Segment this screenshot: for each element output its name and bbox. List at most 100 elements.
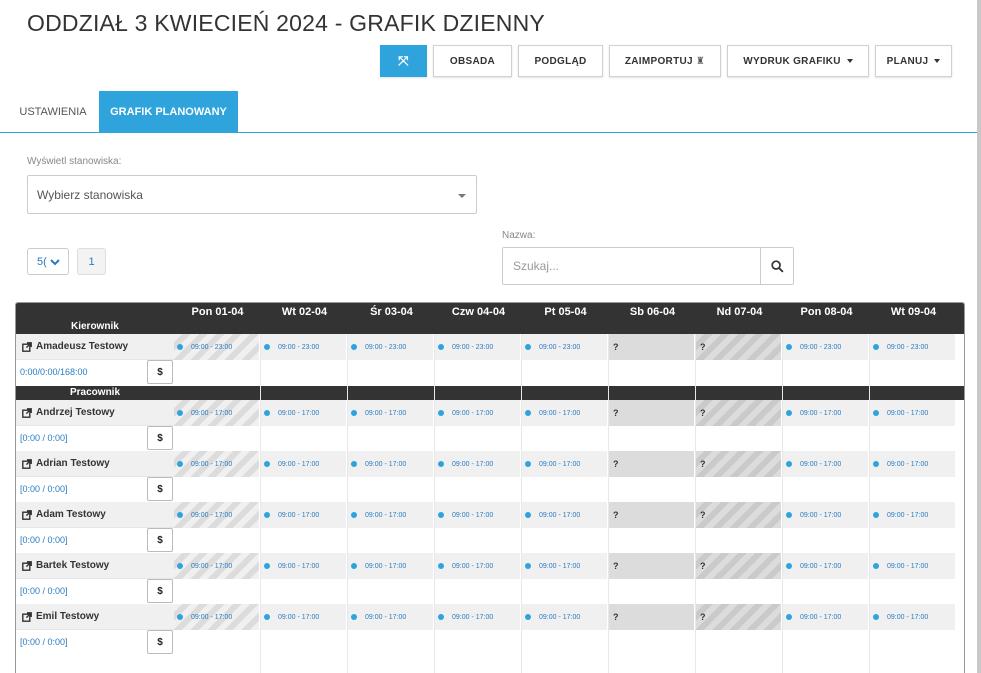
shift-cell[interactable]: 09:00 - 17:00	[261, 451, 347, 477]
shift-status-dot	[438, 410, 444, 416]
shift-status-dot	[525, 563, 531, 569]
shift-cell[interactable]: 09:00 - 23:00	[522, 334, 608, 360]
shift-cell[interactable]: 09:00 - 17:00	[870, 400, 956, 426]
empty-day-cell[interactable]: ?	[696, 553, 782, 579]
external-link-icon[interactable]	[22, 341, 32, 352]
cost-button[interactable]: $	[147, 528, 173, 552]
shift-cell[interactable]: 09:00 - 17:00	[174, 553, 260, 579]
shift-cell[interactable]: 09:00 - 17:00	[435, 451, 521, 477]
employee-hours-link[interactable]: 0:00/0:00/168:00	[20, 367, 88, 377]
shift-status-dot	[177, 344, 183, 350]
empty-day-cell[interactable]: ?	[696, 451, 782, 477]
page-1-button[interactable]: 1	[77, 248, 106, 275]
page-title: ODDZIAŁ 3 KWIECIEŃ 2024 - GRAFIK DZIENNY	[27, 10, 545, 36]
shift-cell[interactable]: 09:00 - 17:00	[870, 553, 956, 579]
shift-cell[interactable]: 09:00 - 23:00	[870, 334, 956, 360]
empty-day-cell[interactable]: ?	[696, 400, 782, 426]
shift-cell[interactable]: 09:00 - 17:00	[435, 400, 521, 426]
employee-name-label[interactable]: Andrzej Testowy	[36, 407, 115, 418]
shift-cell[interactable]: 09:00 - 23:00	[348, 334, 434, 360]
employee-hours-link[interactable]: [0:00 / 0:00]	[20, 535, 68, 545]
planuj-dropdown[interactable]: PLANUJ	[875, 45, 952, 77]
empty-day-cell[interactable]: ?	[696, 502, 782, 528]
shift-cell[interactable]: 09:00 - 17:00	[522, 604, 608, 630]
shift-cell[interactable]: 09:00 - 17:00	[174, 502, 260, 528]
shift-cell[interactable]: 09:00 - 17:00	[783, 451, 869, 477]
external-link-icon[interactable]	[22, 458, 32, 469]
external-link-icon[interactable]	[22, 611, 32, 622]
shift-cell[interactable]: 09:00 - 17:00	[522, 451, 608, 477]
shift-cell[interactable]: 09:00 - 17:00	[783, 502, 869, 528]
shift-time: 09:00 - 23:00	[800, 343, 842, 351]
shift-status-dot	[438, 344, 444, 350]
shift-cell[interactable]: 09:00 - 17:00	[261, 604, 347, 630]
podglad-button[interactable]: PODGLĄD	[518, 45, 603, 77]
cost-button[interactable]: $	[147, 426, 173, 450]
wydruk-grafiku-dropdown[interactable]: WYDRUK GRAFIKU	[727, 45, 869, 77]
empty-day-cell[interactable]: ?	[609, 451, 695, 477]
shift-cell[interactable]: 09:00 - 23:00	[783, 334, 869, 360]
shift-cell[interactable]: 09:00 - 17:00	[435, 604, 521, 630]
shift-cell[interactable]: 09:00 - 23:00	[261, 334, 347, 360]
shift-cell[interactable]: 09:00 - 17:00	[870, 451, 956, 477]
shift-cell[interactable]: 09:00 - 17:00	[783, 553, 869, 579]
cost-button[interactable]: $	[147, 477, 173, 501]
cost-button[interactable]: $	[147, 579, 173, 603]
employee-hours-link[interactable]: [0:00 / 0:00]	[20, 586, 68, 596]
cost-button[interactable]: $	[147, 630, 173, 654]
shift-cell[interactable]: 09:00 - 17:00	[174, 400, 260, 426]
empty-day-cell[interactable]: ?	[609, 553, 695, 579]
employee-name-label[interactable]: Emil Testowy	[36, 611, 99, 622]
shift-cell[interactable]: 09:00 - 17:00	[870, 502, 956, 528]
shift-cell[interactable]: 09:00 - 17:00	[522, 553, 608, 579]
shift-cell[interactable]: 09:00 - 17:00	[348, 451, 434, 477]
employee-hours-link[interactable]: [0:00 / 0:00]	[20, 433, 68, 443]
external-link-icon[interactable]	[22, 407, 32, 418]
empty-day-cell[interactable]: ?	[609, 502, 695, 528]
search-button[interactable]	[760, 247, 794, 285]
tab-ustawienia[interactable]: USTAWIENIA	[9, 91, 97, 132]
employee-name-label[interactable]: Adam Testowy	[36, 509, 106, 520]
shift-cell[interactable]: 09:00 - 17:00	[348, 553, 434, 579]
expand-button[interactable]: ⤧	[380, 45, 427, 77]
shift-cell[interactable]: 09:00 - 23:00	[174, 334, 260, 360]
shift-cell[interactable]: 09:00 - 17:00	[522, 502, 608, 528]
cost-button[interactable]: $	[147, 360, 173, 384]
shift-cell[interactable]: 09:00 - 17:00	[174, 451, 260, 477]
per-page-select[interactable]: 5(	[27, 248, 69, 275]
shift-cell[interactable]: 09:00 - 17:00	[435, 502, 521, 528]
stanowiska-select[interactable]: Wybierz stanowiska	[27, 175, 477, 214]
employee-name-label[interactable]: Amadeusz Testowy	[36, 341, 128, 352]
search-input[interactable]	[502, 247, 761, 285]
empty-day-cell[interactable]: ?	[609, 604, 695, 630]
shift-cell[interactable]: 09:00 - 17:00	[522, 400, 608, 426]
employee-name-label[interactable]: Adrian Testowy	[36, 458, 110, 469]
shift-time: 09:00 - 23:00	[278, 343, 320, 351]
shift-cell[interactable]: 09:00 - 17:00	[261, 502, 347, 528]
shift-cell[interactable]: 09:00 - 17:00	[870, 604, 956, 630]
shift-cell[interactable]: 09:00 - 17:00	[348, 502, 434, 528]
shift-status-dot	[438, 563, 444, 569]
empty-day-cell[interactable]: ?	[609, 334, 695, 360]
shift-cell[interactable]: 09:00 - 17:00	[348, 400, 434, 426]
obsada-button[interactable]: OBSADA	[433, 45, 512, 77]
employee-hours-link[interactable]: [0:00 / 0:00]	[20, 637, 68, 647]
empty-day-cell[interactable]: ?	[696, 334, 782, 360]
external-link-icon[interactable]	[22, 560, 32, 571]
shift-cell[interactable]: 09:00 - 23:00	[435, 334, 521, 360]
shift-cell[interactable]: 09:00 - 17:00	[783, 400, 869, 426]
shift-cell[interactable]: 09:00 - 17:00	[348, 604, 434, 630]
shift-time: 09:00 - 17:00	[539, 409, 581, 417]
tab-grafik-planowany[interactable]: GRAFIK PLANOWANY	[99, 91, 238, 132]
external-link-icon[interactable]	[22, 509, 32, 520]
shift-cell[interactable]: 09:00 - 17:00	[261, 553, 347, 579]
empty-day-cell[interactable]: ?	[609, 400, 695, 426]
shift-cell[interactable]: 09:00 - 17:00	[261, 400, 347, 426]
shift-cell[interactable]: 09:00 - 17:00	[783, 604, 869, 630]
employee-hours-link[interactable]: [0:00 / 0:00]	[20, 484, 68, 494]
empty-day-cell[interactable]: ?	[696, 604, 782, 630]
employee-name-label[interactable]: Bartek Testowy	[36, 560, 109, 571]
zaimportuj-button[interactable]: ZAIMPORTUJ ♜	[609, 45, 721, 77]
shift-cell[interactable]: 09:00 - 17:00	[174, 604, 260, 630]
shift-cell[interactable]: 09:00 - 17:00	[435, 553, 521, 579]
